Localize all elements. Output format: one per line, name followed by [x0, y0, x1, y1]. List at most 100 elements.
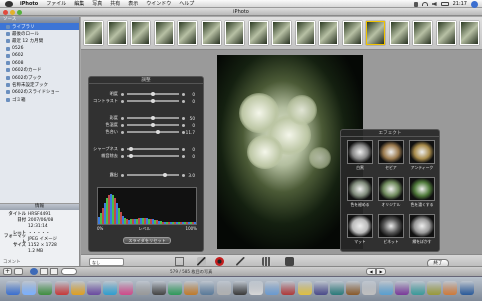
menu-file[interactable]: ファイル	[42, 0, 70, 7]
apple-menu-icon[interactable]	[5, 0, 13, 7]
spotlight-icon[interactable]	[471, 0, 478, 8]
dock-app-icon[interactable]	[378, 281, 393, 295]
zoom-button[interactable]	[17, 9, 22, 15]
clock[interactable]: 21:17	[453, 1, 467, 7]
dock-app-icon[interactable]	[459, 281, 474, 295]
sidebar-item[interactable]: 0602	[0, 52, 79, 59]
sidebar-item[interactable]: ライブラリ	[0, 23, 79, 31]
sidebar-item[interactable]: 0526	[0, 45, 79, 52]
sidebar-item[interactable]: 最後のロール	[0, 30, 79, 37]
filmstrip-thumbnail[interactable]	[154, 21, 174, 45]
dock-app-icon[interactable]	[54, 281, 69, 295]
filmstrip-thumbnail[interactable]	[342, 21, 362, 45]
info-value[interactable]: 12:31:14	[28, 224, 48, 229]
dock-app-icon[interactable]	[394, 281, 409, 295]
volume-icon[interactable]	[431, 2, 437, 6]
menu-view[interactable]: 表示	[124, 0, 142, 7]
play-slideshow-icon[interactable]	[14, 268, 23, 275]
dock-app-icon[interactable]	[135, 281, 150, 295]
info-value[interactable]: 1152 × 1728	[28, 243, 57, 248]
effect-thumbnail[interactable]: 色を濃くする	[408, 177, 436, 209]
filmstrip-thumbnail[interactable]	[131, 21, 150, 45]
effect-thumbnail[interactable]: 色を褪める	[346, 177, 374, 209]
filmstrip-thumbnail[interactable]	[366, 21, 385, 45]
filmstrip-thumbnail[interactable]	[319, 21, 338, 45]
slider-knob[interactable]	[129, 146, 134, 151]
menu-edit[interactable]: 編集	[70, 0, 88, 7]
dock-app-icon[interactable]	[38, 281, 53, 295]
dock-app-icon[interactable]	[119, 281, 134, 295]
dock-app-icon[interactable]	[168, 281, 182, 295]
sidebar-item[interactable]: 0602のブック	[0, 74, 79, 81]
dock-app-icon[interactable]	[313, 281, 328, 295]
effect-thumbnail[interactable]: オリジナル	[377, 177, 405, 209]
next-photo-button[interactable]: ▶	[376, 268, 386, 275]
dock-app-icon[interactable]	[22, 281, 37, 295]
sidebar-item[interactable]: 0602のカード	[0, 67, 79, 74]
menu-window[interactable]: ウインドウ	[142, 0, 175, 7]
battery-icon[interactable]	[440, 2, 449, 6]
filmstrip-thumbnail[interactable]	[248, 21, 268, 45]
prev-photo-button[interactable]: ◀	[366, 268, 376, 275]
dock-app-icon[interactable]	[6, 281, 20, 295]
slider-knob[interactable]	[151, 91, 155, 96]
calendar-icon[interactable]	[40, 268, 48, 275]
filmstrip-thumbnail[interactable]	[225, 21, 244, 45]
slider-track[interactable]	[127, 153, 179, 158]
filmstrip-thumbnail[interactable]	[178, 21, 197, 45]
filmstrip[interactable]	[81, 17, 482, 50]
effect-thumbnail[interactable]: アンティーク	[408, 140, 436, 172]
info-value[interactable]: HRSF4491	[28, 212, 51, 217]
dock-app-icon[interactable]	[216, 281, 231, 295]
slider-knob[interactable]	[151, 98, 155, 103]
effect-thumbnail[interactable]: マット	[346, 214, 374, 246]
effect-thumbnail[interactable]: セピア	[377, 140, 405, 172]
filmstrip-thumbnail[interactable]	[295, 21, 315, 45]
sidebar-item[interactable]: 名称未設定ブック	[0, 81, 79, 88]
sidebar-item[interactable]: 0608	[0, 59, 79, 66]
dock-app-icon[interactable]	[427, 281, 442, 295]
info-value[interactable]: JPEG イメージ	[28, 236, 57, 242]
filmstrip-thumbnail[interactable]	[460, 21, 479, 45]
filmstrip-thumbnail[interactable]	[84, 21, 103, 45]
dock-app-icon[interactable]	[151, 281, 166, 295]
dock-app-icon[interactable]	[362, 281, 377, 295]
slider-track[interactable]	[127, 129, 179, 134]
bluetooth-icon[interactable]	[413, 1, 418, 7]
search-field[interactable]	[61, 268, 77, 275]
wifi-icon[interactable]	[421, 2, 428, 6]
dock-app-icon[interactable]	[184, 281, 199, 295]
slider-track[interactable]	[127, 172, 179, 177]
keyword-icon[interactable]	[50, 268, 58, 275]
dock-app-icon[interactable]	[103, 281, 118, 295]
slider-knob[interactable]	[129, 153, 134, 158]
sidebar-item[interactable]: 最近 12 カ月間	[0, 38, 79, 45]
dock-app-icon[interactable]	[232, 281, 247, 295]
slider-track[interactable]	[127, 122, 179, 127]
reset-sliders-button[interactable]: スライダをリセット	[123, 237, 171, 244]
effect-thumbnail[interactable]: 白黒	[346, 140, 374, 172]
sidebar-item[interactable]: 0602のスライドショー	[0, 89, 79, 96]
effect-thumbnail[interactable]: 縁をぼかす	[408, 214, 436, 246]
add-button[interactable]: +	[3, 268, 12, 275]
dock-app-icon[interactable]	[411, 281, 425, 295]
filmstrip-thumbnail[interactable]	[201, 21, 221, 45]
dock-app-icon[interactable]	[249, 281, 263, 295]
dock-app-icon[interactable]	[281, 281, 296, 295]
slider-track[interactable]	[127, 115, 179, 120]
menu-help[interactable]: ヘルプ	[175, 0, 198, 7]
slider-knob[interactable]	[163, 172, 167, 177]
constrain-popup[interactable]: なし	[89, 258, 124, 266]
dock-app-icon[interactable]	[265, 281, 280, 295]
dock-app-icon[interactable]	[443, 281, 458, 295]
info-value[interactable]: ・・・・・	[28, 230, 50, 236]
info-value[interactable]: 2007/06/08	[28, 218, 53, 223]
slider-knob[interactable]	[155, 129, 160, 134]
close-button[interactable]	[3, 9, 8, 15]
slider-track[interactable]	[127, 146, 179, 151]
filmstrip-thumbnail[interactable]	[389, 21, 409, 45]
dock-app-icon[interactable]	[297, 281, 312, 295]
menu-photo[interactable]: 写真	[88, 0, 106, 7]
minimize-button[interactable]	[10, 9, 15, 15]
dock-app-icon[interactable]	[330, 281, 344, 295]
